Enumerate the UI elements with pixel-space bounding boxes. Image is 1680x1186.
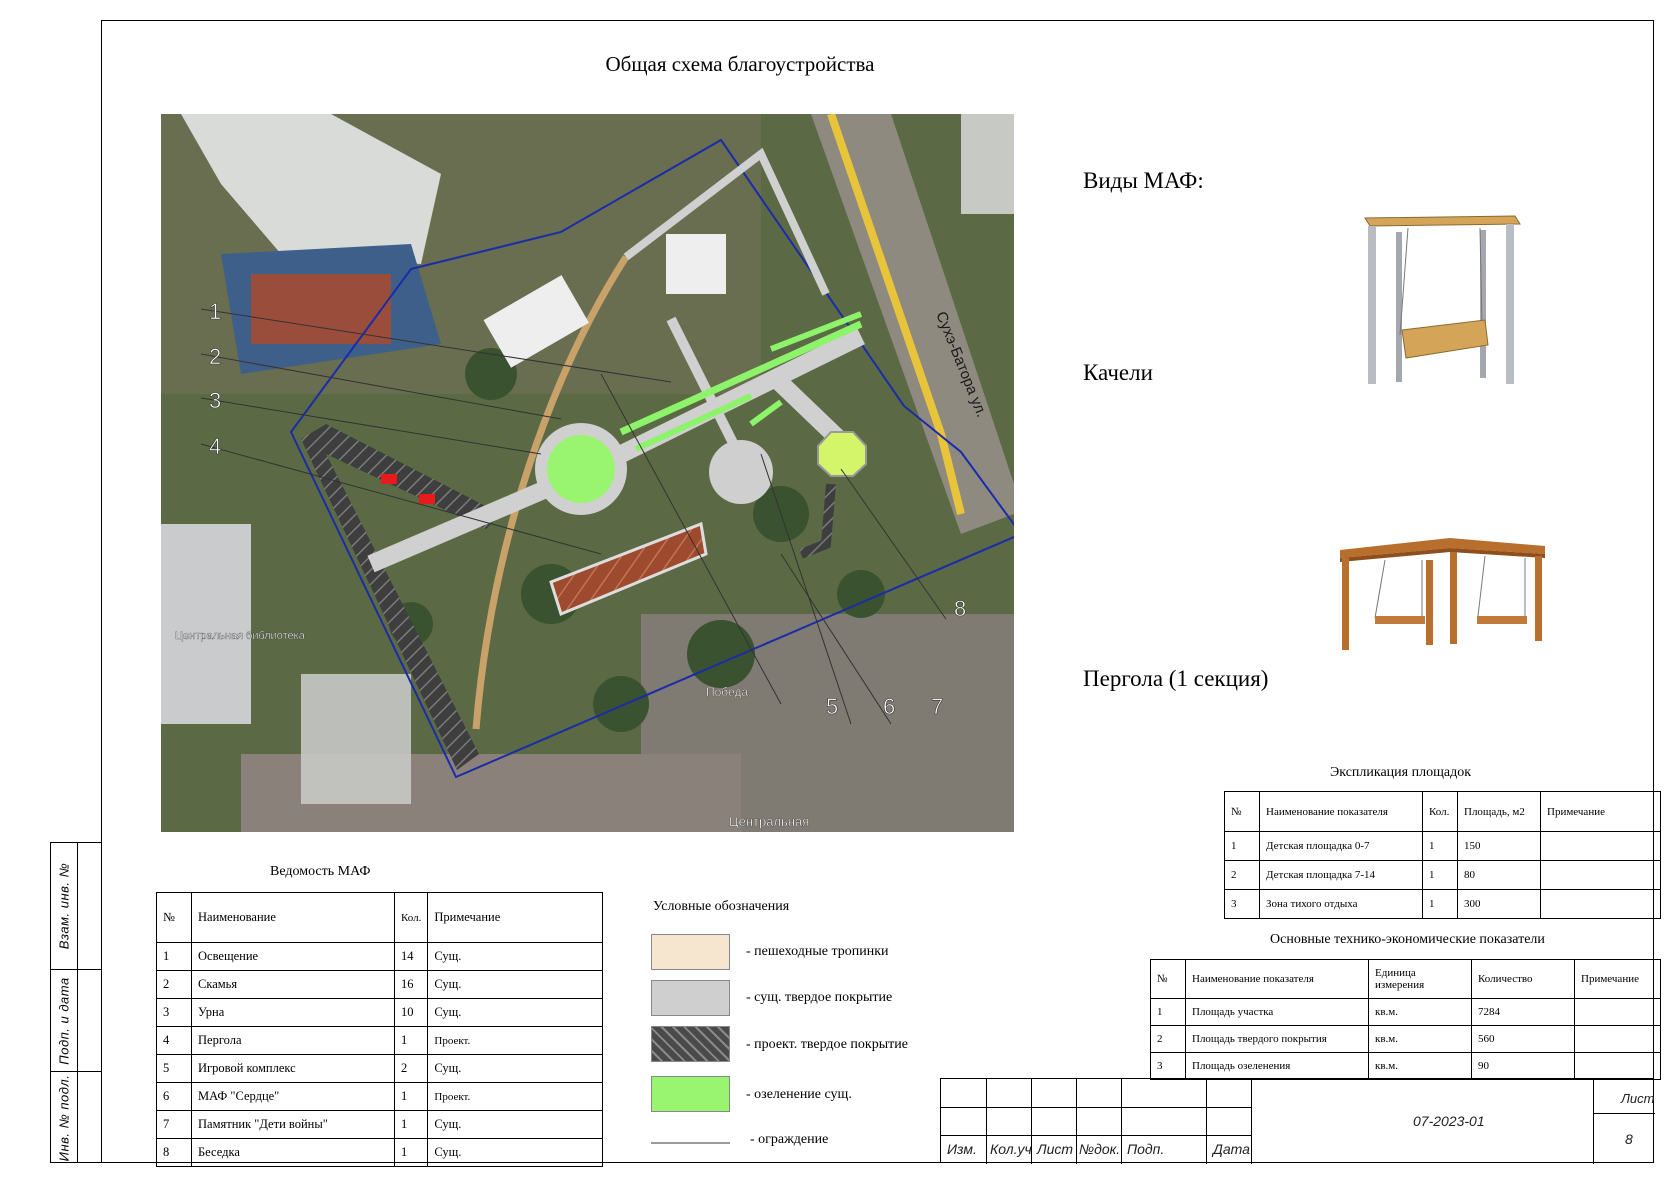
maf-table: № Наименование Кол. Примечание 1 Освещени…	[156, 892, 603, 1167]
play-complex-2	[666, 234, 726, 294]
legend-label-existing-cover: - сущ. твердое покрытие	[746, 990, 893, 1005]
table-row: 2 Площадь твердого покрытия кв.м. 560	[1150, 1025, 1661, 1053]
swing-image	[1364, 215, 1521, 384]
callout-1: 1	[209, 299, 221, 324]
tep-table: № Наименование показателя Единица измере…	[1150, 959, 1661, 1080]
side-cell-sign: Подп. и дата	[51, 969, 101, 1071]
table-row: 1 Освещение 14 Сущ.	[156, 942, 603, 971]
page-title: Общая схема благоустройства	[605, 52, 875, 76]
stamp-col-list: Лист	[1037, 1141, 1074, 1157]
legend-label-footpath: - пешеходные тропинки	[746, 944, 889, 959]
tep-title: Основные технико-экономические показател…	[1270, 932, 1545, 947]
table-row: 4 Пергола 1 Проект.	[156, 1026, 603, 1055]
table-row: 2 Детская площадка 7-14 1 80	[1224, 860, 1661, 890]
table-row: 3 Урна 10 Сущ.	[156, 998, 603, 1027]
central-label: Центральная	[729, 814, 809, 829]
side-cell-replace: Взам. инв. №	[56, 862, 72, 950]
table-row: 6 МАФ "Сердце" 1 Проект.	[156, 1082, 603, 1111]
table-row: 3 Площадь озеленения кв.м. 90	[1150, 1052, 1661, 1080]
table-row: 8 Беседка 1 Сущ.	[156, 1138, 603, 1167]
callout-2: 2	[209, 344, 221, 369]
explication-title: Экспликация площадок	[1330, 765, 1472, 780]
pergola-label: Пергола (1 секция)	[1083, 666, 1269, 691]
stamp-col-data: Дата	[1213, 1141, 1250, 1157]
legend-swatch-fence	[651, 1142, 730, 1144]
gazebo	[817, 431, 867, 477]
site-plan-map: 1 2 3 4 5 6 7 8 Сухэ-Батора ул. Централь…	[161, 114, 1014, 832]
callout-7: 7	[931, 694, 943, 719]
table-row: 3 Зона тихого отдыха 1 300	[1224, 889, 1661, 919]
callout-4: 4	[209, 434, 221, 459]
stamp-sheet-number: 8	[1625, 1131, 1633, 1147]
stamp-code: 07-2023-01	[1413, 1113, 1485, 1129]
callout-6: 6	[883, 694, 895, 719]
swing-label: Качели	[1083, 360, 1153, 385]
callout-8: 8	[954, 596, 966, 621]
legend-swatch-existing-cover	[651, 980, 730, 1016]
stamp-col-ndoc: №док.	[1079, 1141, 1121, 1157]
stamp-col-izm: Изм.	[947, 1141, 977, 1157]
explication-table: № Наименование показателя Кол. Площадь, …	[1224, 791, 1661, 919]
side-stamp: Взам. инв. № Подп. и дата Инв. № подл.	[50, 842, 101, 1163]
table-row: 1 Детская площадка 0-7 1 150	[1224, 831, 1661, 861]
stamp-col-podp: Подп.	[1127, 1141, 1165, 1157]
library-label: Центральная библиотека	[175, 630, 306, 642]
pobeda-label: Победа	[706, 685, 748, 699]
legend-title: Условные обозначения	[653, 899, 790, 914]
side-cell-inv: Инв. № подл.	[51, 1071, 101, 1164]
callout-5: 5	[826, 694, 838, 719]
legend-label-fence: - ограждение	[750, 1132, 829, 1147]
legend-label-greenery: - озеленение сущ.	[746, 1087, 852, 1102]
pergola-image	[1340, 538, 1545, 650]
legend-swatch-projected-cover	[651, 1026, 730, 1062]
maf-table-title: Ведомость МАФ	[270, 864, 371, 879]
legend-swatch-greenery	[651, 1076, 730, 1112]
title-block: Изм. Кол.уч Лист №док. Подп. Дата 07-202…	[940, 1078, 1655, 1164]
maf-types-heading: Виды МАФ:	[1083, 168, 1204, 193]
table-row: 5 Игровой комплекс 2 Сущ.	[156, 1054, 603, 1083]
building-library	[161, 524, 251, 724]
stamp-sheet-label: Лист	[1621, 1091, 1655, 1106]
legend-label-projected-cover: - проект. твердое покрытие	[746, 1037, 908, 1052]
legend-swatch-footpath	[651, 934, 730, 970]
stamp-col-koluch: Кол.уч	[990, 1141, 1032, 1157]
site-plan-svg: 1 2 3 4 5 6 7 8 Сухэ-Батора ул. Централь…	[161, 114, 1014, 832]
table-row: 1 Площадь участка кв.м. 7284	[1150, 998, 1661, 1026]
callout-3: 3	[209, 388, 221, 413]
table-row: 2 Скамья 16 Сущ.	[156, 970, 603, 999]
table-row: 7 Памятник "Дети войны" 1 Сущ.	[156, 1110, 603, 1139]
